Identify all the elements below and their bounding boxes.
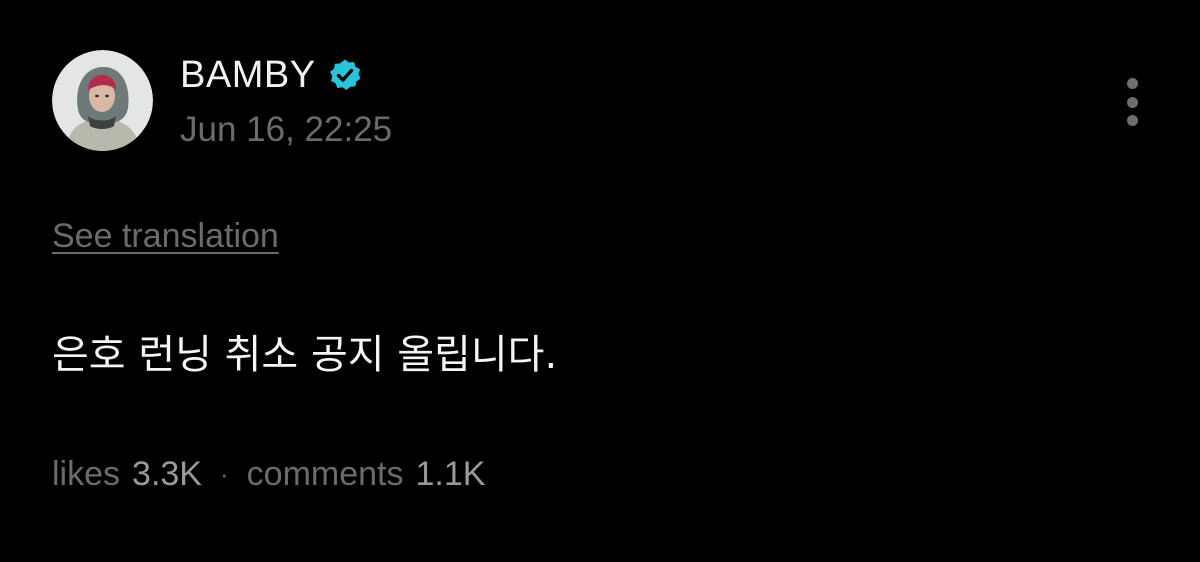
likes-stat[interactable]: likes 3.3K xyxy=(52,450,202,498)
verified-badge-icon xyxy=(328,58,362,92)
comments-label: comments xyxy=(246,455,404,493)
post-timestamp: Jun 16, 22:25 xyxy=(180,110,393,149)
see-translation-link[interactable]: See translation xyxy=(52,214,279,258)
likes-label: likes xyxy=(52,455,121,493)
vertical-dots-icon-dot xyxy=(1126,96,1138,108)
vertical-dots-icon xyxy=(1126,78,1138,89)
comments-count: 1.1K xyxy=(415,455,486,493)
more-options-button[interactable] xyxy=(1112,74,1152,130)
post-body-text: 은호 런닝 취소 공지 올립니다. xyxy=(52,332,558,378)
likes-count: 3.3K xyxy=(132,455,202,493)
comments-stat[interactable]: comments 1.1K xyxy=(247,450,486,498)
post-stats: likes 3.3K · comments 1.1K xyxy=(52,450,485,498)
avatar-image xyxy=(52,50,153,151)
avatar[interactable] xyxy=(52,50,153,151)
author-row: BAMBY xyxy=(180,52,362,98)
stats-separator: · xyxy=(219,459,229,489)
post-card: BAMBY Jun 16, 22:25 See translation 은호 런… xyxy=(0,0,1200,562)
vertical-dots-icon-dot xyxy=(1126,115,1138,126)
author-name[interactable]: BAMBY xyxy=(180,52,316,98)
